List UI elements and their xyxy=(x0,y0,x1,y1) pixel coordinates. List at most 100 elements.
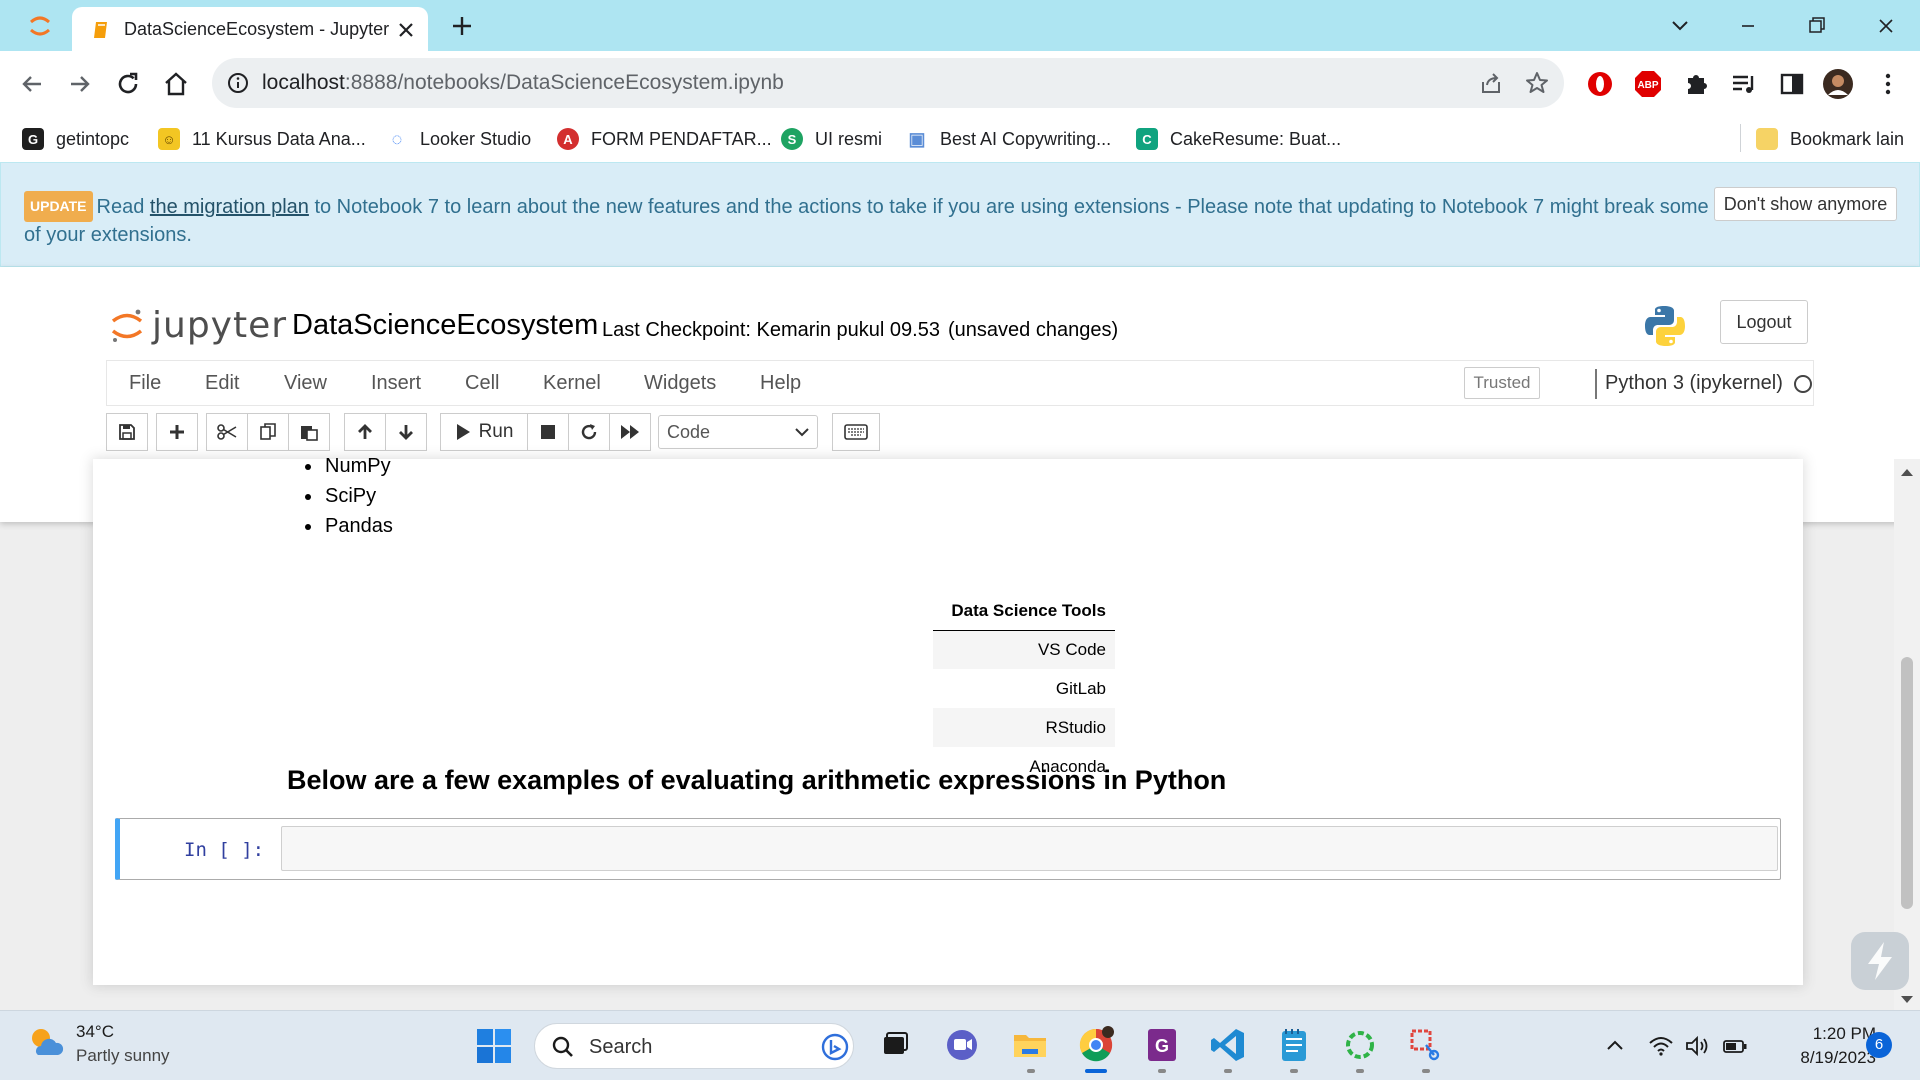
taskbar-search[interactable]: Search xyxy=(534,1023,854,1069)
minimize-icon[interactable] xyxy=(1728,8,1768,44)
run-button[interactable]: Run xyxy=(440,413,528,451)
command-palette-button[interactable] xyxy=(832,413,880,451)
table-row: RStudio xyxy=(933,708,1115,747)
volume-icon[interactable] xyxy=(1684,1033,1710,1059)
share-icon[interactable] xyxy=(1478,70,1504,96)
scroll-thumb[interactable] xyxy=(1901,657,1913,909)
bookmark-form-pendaftaran[interactable]: A FORM PENDAFTAR... xyxy=(557,125,772,153)
forward-icon[interactable] xyxy=(64,68,96,100)
menu-bar: File Edit View Insert Cell Kernel Widget… xyxy=(106,360,1814,406)
notification-badge[interactable]: 6 xyxy=(1866,1032,1892,1058)
menu-cell[interactable]: Cell xyxy=(465,372,499,395)
trusted-indicator[interactable]: Trusted xyxy=(1464,367,1540,399)
notebook-container: NumPy SciPy Pandas Data Science Tools VS… xyxy=(93,455,1803,985)
code-input[interactable] xyxy=(281,826,1778,871)
logout-button[interactable]: Logout xyxy=(1720,300,1808,344)
table-cell: RStudio xyxy=(933,708,1115,747)
menu-insert[interactable]: Insert xyxy=(371,372,421,395)
chrome-menu-icon[interactable] xyxy=(1872,68,1904,100)
code-cell[interactable]: In [ ]: xyxy=(115,818,1781,880)
bookmark-kursus-data[interactable]: ☺ 11 Kursus Data Ana... xyxy=(158,125,366,153)
menu-kernel[interactable]: Kernel xyxy=(543,372,601,395)
notebook-name[interactable]: DataScienceEcosystem xyxy=(292,309,598,342)
close-window-icon[interactable] xyxy=(1866,8,1906,44)
site-info-icon[interactable] xyxy=(226,71,250,95)
battery-icon[interactable] xyxy=(1722,1033,1748,1059)
reload-icon[interactable] xyxy=(112,68,144,100)
jupyter-page: UPDATE Read the migration plan to Noteboo… xyxy=(0,162,1920,1010)
chrome-icon[interactable] xyxy=(1076,1025,1116,1065)
opera-extension-icon[interactable] xyxy=(1584,68,1616,100)
scroll-up-icon[interactable] xyxy=(1900,467,1914,477)
floating-assistant-button[interactable] xyxy=(1851,932,1909,990)
home-icon[interactable] xyxy=(160,68,192,100)
windows-start-icon[interactable] xyxy=(476,1028,512,1064)
bookmark-star-icon[interactable] xyxy=(1524,70,1550,96)
bookmark-getintopc[interactable]: G getintopc xyxy=(22,125,129,153)
tab-search-dropdown-icon[interactable] xyxy=(1660,8,1700,44)
system-clock[interactable]: 1:20 PM 8/19/2023 xyxy=(1770,1022,1876,1070)
migration-plan-link[interactable]: the migration plan xyxy=(150,196,309,218)
dont-show-anymore-button[interactable]: Don't show anymore xyxy=(1714,187,1897,221)
table-row: GitLab xyxy=(933,669,1115,708)
wifi-icon[interactable] xyxy=(1648,1033,1674,1059)
address-bar[interactable]: localhost:8888/notebooks/DataScienceEcos… xyxy=(212,58,1564,108)
snipping-tool-icon[interactable] xyxy=(1406,1025,1446,1065)
show-hidden-icons-icon[interactable] xyxy=(1602,1033,1628,1059)
active-tab[interactable]: DataScienceEcosystem - Jupyter xyxy=(72,7,428,51)
running-indicator xyxy=(1290,1069,1298,1073)
page-scrollbar[interactable] xyxy=(1894,459,1920,1010)
adblock-plus-icon[interactable]: ABP xyxy=(1632,68,1664,100)
menu-help[interactable]: Help xyxy=(760,372,801,395)
paste-button[interactable] xyxy=(288,413,330,451)
teams-chat-icon[interactable] xyxy=(942,1025,982,1065)
kernel-name[interactable]: Python 3 (ipykernel) xyxy=(1605,372,1783,395)
menu-widgets[interactable]: Widgets xyxy=(644,372,716,395)
restart-kernel-button[interactable] xyxy=(568,413,610,451)
tab-search-icon[interactable] xyxy=(26,12,54,40)
move-up-button[interactable] xyxy=(344,413,386,451)
bookmark-label: 11 Kursus Data Ana... xyxy=(192,128,366,149)
chevron-down-icon xyxy=(795,428,809,437)
cut-button[interactable] xyxy=(206,413,248,451)
cell-type-select[interactable]: Code xyxy=(658,415,818,449)
vscode-icon[interactable] xyxy=(1208,1025,1248,1065)
app-ring-icon[interactable] xyxy=(1340,1025,1380,1065)
side-panel-icon[interactable] xyxy=(1776,68,1808,100)
save-button[interactable] xyxy=(106,413,148,451)
running-indicator xyxy=(1224,1069,1232,1073)
insert-cell-button[interactable] xyxy=(156,413,198,451)
profile-avatar-icon[interactable] xyxy=(1822,68,1854,100)
scroll-down-icon[interactable] xyxy=(1900,995,1914,1005)
pdf-app-icon[interactable]: G xyxy=(1142,1025,1182,1065)
menu-edit[interactable]: Edit xyxy=(205,372,239,395)
media-queue-icon[interactable] xyxy=(1728,68,1760,100)
extensions-puzzle-icon[interactable] xyxy=(1680,68,1712,100)
running-indicator xyxy=(1356,1069,1364,1073)
move-down-button[interactable] xyxy=(385,413,427,451)
close-tab-icon[interactable] xyxy=(394,18,418,42)
python-logo-icon xyxy=(1643,304,1687,348)
new-tab-icon[interactable] xyxy=(448,12,476,40)
running-indicator xyxy=(1422,1069,1430,1073)
interrupt-kernel-button[interactable] xyxy=(527,413,569,451)
bookmark-looker-studio[interactable]: ◌ Looker Studio xyxy=(386,125,531,153)
task-view-icon[interactable] xyxy=(874,1025,914,1065)
bing-chat-icon[interactable] xyxy=(821,1033,849,1061)
menu-view[interactable]: View xyxy=(284,372,327,395)
bookmark-other-folder[interactable]: Bookmark lain xyxy=(1756,125,1904,153)
svg-text:ABP: ABP xyxy=(1637,80,1658,91)
copy-button[interactable] xyxy=(247,413,289,451)
file-explorer-icon[interactable] xyxy=(1010,1025,1050,1065)
jupyter-logo[interactable]: jupyter xyxy=(110,305,287,346)
active-indicator xyxy=(1085,1069,1107,1073)
restart-run-all-button[interactable] xyxy=(609,413,651,451)
partly-sunny-icon[interactable] xyxy=(26,1023,66,1063)
bookmark-cakeresume[interactable]: C CakeResume: Buat... xyxy=(1136,125,1341,153)
bookmark-best-ai-copywriting[interactable]: ▣ Best AI Copywriting... xyxy=(906,125,1111,153)
notepad-icon[interactable] xyxy=(1274,1025,1314,1065)
menu-file[interactable]: File xyxy=(129,372,161,395)
bookmark-ui-resmi[interactable]: S UI resmi xyxy=(781,125,882,153)
back-icon[interactable] xyxy=(16,68,48,100)
restore-icon[interactable] xyxy=(1796,8,1836,44)
